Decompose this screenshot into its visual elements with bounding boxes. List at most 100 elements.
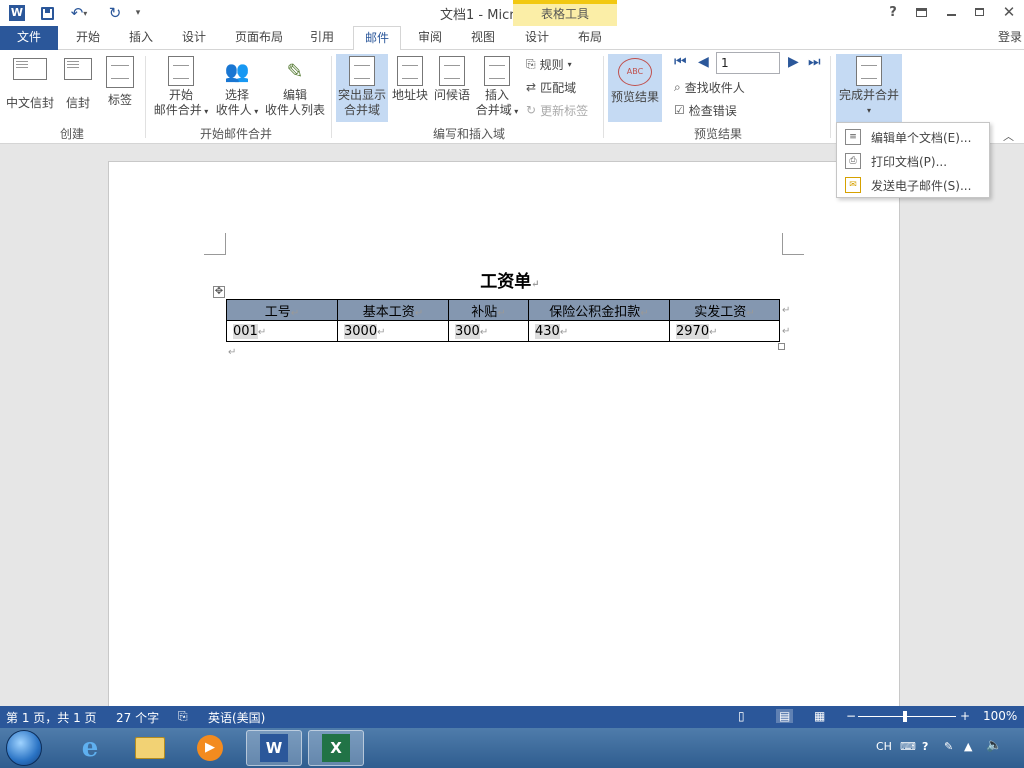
update-labels-button[interactable]: ↻ 更新标签 (526, 100, 588, 120)
last-record-icon[interactable]: ⏭ (808, 54, 821, 70)
zoom-out-icon[interactable]: − (846, 709, 856, 723)
restore-icon[interactable] (968, 3, 990, 21)
group-label-start-merge: 开始邮件合并 (199, 127, 272, 141)
preview-results-button[interactable]: ABC 预览结果 (608, 54, 662, 122)
previous-record-icon[interactable]: ◀ (698, 54, 709, 70)
labels-icon (106, 56, 134, 88)
edit-recipient-list-button[interactable]: ✎ 编辑 收件人列表 (264, 56, 326, 118)
chinese-envelope-button[interactable]: 中文信封 (4, 58, 56, 111)
greeting-line-button[interactable]: 问候语 (432, 56, 472, 103)
envelope-button[interactable]: 信封 (60, 58, 96, 111)
preview-abc-icon: ABC (618, 58, 652, 86)
pen-icon[interactable]: ✎ (944, 740, 953, 753)
zoom-slider-thumb[interactable] (903, 711, 907, 722)
save-icon[interactable] (36, 3, 58, 23)
sign-in-link[interactable]: 登录 (998, 28, 1022, 45)
start-button-icon[interactable] (6, 730, 42, 766)
table-header-cell[interactable]: 基本工资↵ (337, 299, 449, 321)
chevron-down-icon: ▾ (866, 106, 871, 115)
next-record-icon[interactable]: ▶ (788, 54, 799, 70)
end-of-row-mark: ↵ (782, 326, 791, 337)
table-header-cell[interactable]: 保险公积金扣款↵ (528, 299, 670, 321)
excel-taskbar-icon[interactable]: X (308, 730, 364, 766)
page-count[interactable]: 第 1 页，共 1 页 (6, 709, 97, 726)
tab-page-layout[interactable]: 页面布局 (227, 26, 291, 50)
tab-file[interactable]: 文件 (0, 26, 58, 50)
table-row: 001↵ 3000↵ 300↵ 430↵ 2970↵ (226, 320, 780, 342)
rules-icon: ⎘ (526, 56, 536, 71)
table-move-handle-icon[interactable]: ✥ (213, 286, 225, 298)
media-player-icon[interactable]: ▶ (182, 730, 238, 766)
check-errors-button[interactable]: ☑ 检查错误 (674, 100, 737, 120)
finish-merge-button[interactable]: 完成并合并 ▾ (836, 54, 902, 122)
menu-item-edit-individual-documents[interactable]: ≡ 编辑单个文档(E)... (837, 125, 989, 149)
table-cell[interactable]: 001↵ (226, 320, 338, 342)
read-mode-icon[interactable]: ▯ (738, 709, 745, 723)
zoom-in-icon[interactable]: + (960, 709, 970, 723)
proofing-icon[interactable]: ⎘ (178, 709, 188, 724)
highlight-merge-fields-button[interactable]: 突出显示 合并域 (336, 54, 388, 122)
check-icon: ☑ (674, 103, 685, 117)
update-labels-icon: ↻ (526, 103, 537, 117)
file-explorer-icon[interactable] (122, 730, 178, 766)
redo-icon[interactable]: ↻ (104, 3, 126, 23)
record-number-input[interactable]: 1 (716, 52, 780, 74)
table-header-cell[interactable]: 补贴↵ (448, 299, 529, 321)
language-indicator[interactable]: 英语(美国) (208, 709, 265, 726)
tab-design[interactable]: 设计 (172, 26, 216, 50)
menu-item-print-documents[interactable]: ⎙ 打印文档(P)... (837, 149, 989, 173)
rules-button[interactable]: ⎘ 规则 ▾ (526, 54, 572, 74)
match-fields-button[interactable]: ⇄ 匹配域 (526, 77, 576, 97)
help-tray-icon[interactable]: ? (922, 740, 928, 753)
word-count[interactable]: 27 个字 (116, 709, 159, 726)
salary-table[interactable]: 工号↵ 基本工资↵ 补贴↵ 保险公积金扣款↵ 实发工资↵ 001↵ 3000↵ … (226, 299, 780, 342)
first-record-icon[interactable]: ⏮ (674, 54, 687, 70)
ribbon-display-options-icon[interactable] (910, 3, 932, 21)
find-recipient-button[interactable]: ⌕ 查找收件人 (674, 77, 745, 97)
address-block-button[interactable]: 地址块 (390, 56, 430, 103)
table-cell[interactable]: 2970↵ (669, 320, 780, 342)
customize-qat-icon[interactable]: ▾ (130, 3, 146, 23)
table-resize-handle[interactable] (778, 343, 785, 350)
zoom-level[interactable]: 100% (983, 709, 1017, 723)
table-cell[interactable]: 3000↵ (337, 320, 449, 342)
web-layout-icon[interactable]: ▦ (814, 709, 825, 723)
tab-view[interactable]: 视图 (461, 26, 505, 50)
finish-merge-icon (856, 56, 882, 86)
collapse-ribbon-icon[interactable]: ︿ (1003, 128, 1014, 144)
input-language[interactable]: CH (876, 740, 892, 753)
show-hidden-icons-icon[interactable]: ▲ (964, 740, 972, 753)
help-icon[interactable]: ? (882, 3, 904, 21)
volume-icon[interactable]: 🔈 (986, 738, 1002, 753)
tab-insert[interactable]: 插入 (119, 26, 163, 50)
close-icon[interactable]: ✕ (998, 3, 1020, 21)
keyboard-icon[interactable]: ⌨ (900, 740, 916, 753)
tab-table-layout[interactable]: 布局 (568, 26, 612, 50)
table-header-cell[interactable]: 工号↵ (226, 299, 338, 321)
zoom-slider[interactable] (858, 716, 956, 717)
tab-table-design[interactable]: 设计 (515, 26, 559, 50)
tab-mailings[interactable]: 邮件 (353, 26, 401, 51)
start-mail-merge-button[interactable]: 开始 邮件合并 ▾ (152, 56, 210, 119)
word-taskbar-icon[interactable]: W (246, 730, 302, 766)
finish-merge-menu: ≡ 编辑单个文档(E)... ⎙ 打印文档(P)... ✉ 发送电子邮件(S).… (836, 122, 990, 198)
envelope-icon (64, 58, 92, 80)
insert-field-icon (484, 56, 510, 86)
print-layout-icon[interactable]: ▤ (776, 709, 794, 723)
internet-explorer-icon[interactable]: e (62, 730, 118, 766)
table-cell[interactable]: 300↵ (448, 320, 529, 342)
tab-references[interactable]: 引用 (300, 26, 344, 50)
tab-review[interactable]: 审阅 (408, 26, 452, 50)
match-fields-icon: ⇄ (526, 80, 537, 94)
address-block-icon (397, 56, 423, 86)
labels-button[interactable]: 标签 (102, 56, 138, 108)
minimize-icon[interactable] (940, 3, 962, 21)
table-cell[interactable]: 430↵ (528, 320, 670, 342)
menu-item-send-email[interactable]: ✉ 发送电子邮件(S)... (837, 173, 989, 197)
undo-icon[interactable]: ↶ ▾ (64, 3, 94, 23)
tab-home[interactable]: 开始 (66, 26, 110, 50)
word-app-icon[interactable]: W (6, 3, 28, 23)
table-header-cell[interactable]: 实发工资↵ (669, 299, 780, 321)
insert-merge-field-button[interactable]: 插入 合并域 ▾ (474, 56, 520, 119)
select-recipients-button[interactable]: 👥 选择 收件人 ▾ (212, 56, 262, 119)
